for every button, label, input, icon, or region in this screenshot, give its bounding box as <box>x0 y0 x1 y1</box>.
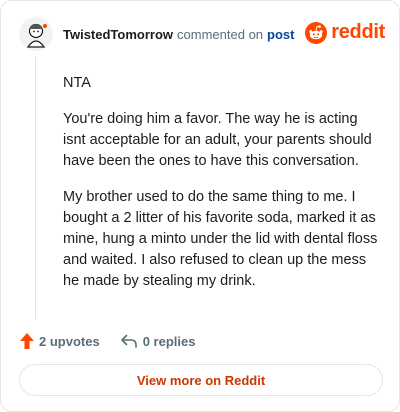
comment-meta: TwistedTomorrow commented on post <box>63 27 294 42</box>
thread-line <box>35 57 36 319</box>
comment-action: commented on <box>177 26 264 42</box>
user-avatar-icon <box>19 17 53 51</box>
comment-paragraph: You're doing him a favor. The way he is … <box>63 111 372 169</box>
comment-body: NTA You're doing him a favor. The way he… <box>63 73 381 307</box>
brand-wordmark: reddit <box>331 21 385 43</box>
comment-header: TwistedTomorrow commented on post reddit <box>19 17 385 51</box>
upvote-arrow-icon <box>20 333 34 349</box>
upvote-count: 2 upvotes <box>39 333 100 349</box>
reply-count: 0 replies <box>142 333 196 349</box>
comment-paragraph: NTA <box>63 75 91 91</box>
comment-footer: 2 upvotes 0 replies <box>19 331 195 351</box>
reply-arrow-icon <box>120 334 137 348</box>
reddit-logo-icon <box>305 21 328 44</box>
replies-button[interactable]: 0 replies <box>120 333 196 349</box>
username[interactable]: TwistedTomorrow <box>63 27 173 42</box>
upvote-button[interactable]: 2 upvotes <box>19 332 100 350</box>
comment-card: TwistedTomorrow commented on post reddit… <box>0 0 400 412</box>
view-more-button[interactable]: View more on Reddit <box>19 364 383 396</box>
comment-paragraph: My brother used to do the same thing to … <box>63 189 378 289</box>
avatar[interactable] <box>19 17 53 51</box>
reddit-brand[interactable]: reddit <box>305 21 385 44</box>
post-link[interactable]: post <box>267 27 294 42</box>
